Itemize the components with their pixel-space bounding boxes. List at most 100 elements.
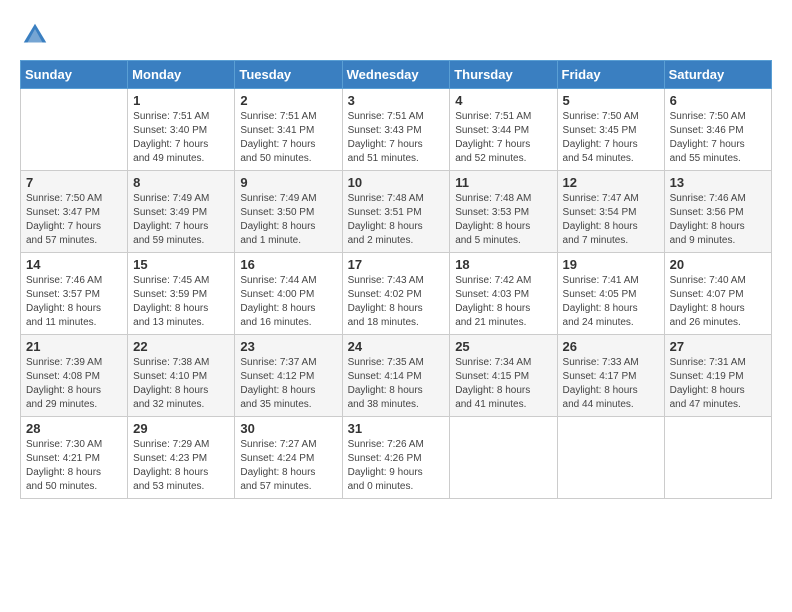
calendar-cell: 28Sunrise: 7:30 AM Sunset: 4:21 PM Dayli… (21, 417, 128, 499)
calendar-cell: 8 Sunrise: 7:49 AM Sunset: 3:49 PM Daylig… (128, 171, 235, 253)
weekday-header-wednesday: Wednesday (342, 61, 450, 89)
calendar-cell: 4Sunrise: 7:51 AM Sunset: 3:44 PM Daylig… (450, 89, 557, 171)
day-info: Sunrise: 7:46 AM Sunset: 3:56 PM Dayligh… (670, 192, 766, 248)
day-info: Sunrise: 7:48 AM Sunset: 3:53 PM Dayligh… (455, 192, 551, 248)
day-number: 15 (133, 257, 229, 272)
day-info: Sunrise: 7:35 AM Sunset: 4:14 PM Dayligh… (348, 356, 445, 412)
day-number: 25 (455, 339, 551, 354)
day-number: 13 (670, 175, 766, 190)
day-number: 17 (348, 257, 445, 272)
day-number: 19 (563, 257, 659, 272)
calendar-cell: 26 Sunrise: 7:33 AM Sunset: 4:17 PM Dayli… (557, 335, 664, 417)
week-row-5: 28Sunrise: 7:30 AM Sunset: 4:21 PM Dayli… (21, 417, 772, 499)
weekday-header-saturday: Saturday (664, 61, 771, 89)
day-info: Sunrise: 7:30 AM Sunset: 4:21 PM Dayligh… (26, 438, 122, 494)
day-info: Sunrise: 7:49 AM Sunset: 3:49 PM Dayligh… (133, 192, 229, 248)
day-number: 21 (26, 339, 122, 354)
day-number: 5 (563, 93, 659, 108)
calendar-cell: 27 Sunrise: 7:31 AM Sunset: 4:19 PM Dayli… (664, 335, 771, 417)
day-info: Sunrise: 7:47 AM Sunset: 3:54 PM Dayligh… (563, 192, 659, 248)
calendar-cell: 5Sunrise: 7:50 AM Sunset: 3:45 PM Daylig… (557, 89, 664, 171)
day-number: 6 (670, 93, 766, 108)
day-info: Sunrise: 7:50 AM Sunset: 3:46 PM Dayligh… (670, 110, 766, 166)
calendar-cell: 20 Sunrise: 7:40 AM Sunset: 4:07 PM Dayli… (664, 253, 771, 335)
calendar-cell: 1 Sunrise: 7:51 AM Sunset: 3:40 PM Daylig… (128, 89, 235, 171)
day-info: Sunrise: 7:31 AM Sunset: 4:19 PM Dayligh… (670, 356, 766, 412)
logo-icon (20, 20, 50, 50)
day-number: 20 (670, 257, 766, 272)
day-number: 12 (563, 175, 659, 190)
calendar-cell: 17Sunrise: 7:43 AM Sunset: 4:02 PM Dayli… (342, 253, 450, 335)
calendar-cell: 19 Sunrise: 7:41 AM Sunset: 4:05 PM Dayli… (557, 253, 664, 335)
calendar-cell: 3 Sunrise: 7:51 AM Sunset: 3:43 PM Daylig… (342, 89, 450, 171)
day-number: 16 (240, 257, 336, 272)
day-info: Sunrise: 7:51 AM Sunset: 3:40 PM Dayligh… (133, 110, 229, 166)
day-number: 29 (133, 421, 229, 436)
day-number: 10 (348, 175, 445, 190)
weekday-header-thursday: Thursday (450, 61, 557, 89)
day-number: 7 (26, 175, 122, 190)
calendar-cell (664, 417, 771, 499)
day-number: 24 (348, 339, 445, 354)
calendar-cell: 12 Sunrise: 7:47 AM Sunset: 3:54 PM Dayli… (557, 171, 664, 253)
day-number: 14 (26, 257, 122, 272)
day-info: Sunrise: 7:29 AM Sunset: 4:23 PM Dayligh… (133, 438, 229, 494)
day-info: Sunrise: 7:34 AM Sunset: 4:15 PM Dayligh… (455, 356, 551, 412)
day-number: 26 (563, 339, 659, 354)
day-info: Sunrise: 7:38 AM Sunset: 4:10 PM Dayligh… (133, 356, 229, 412)
calendar-cell: 22 Sunrise: 7:38 AM Sunset: 4:10 PM Dayli… (128, 335, 235, 417)
day-number: 22 (133, 339, 229, 354)
day-number: 18 (455, 257, 551, 272)
day-info: Sunrise: 7:45 AM Sunset: 3:59 PM Dayligh… (133, 274, 229, 330)
day-number: 30 (240, 421, 336, 436)
day-info: Sunrise: 7:42 AM Sunset: 4:03 PM Dayligh… (455, 274, 551, 330)
calendar-cell: 23 Sunrise: 7:37 AM Sunset: 4:12 PM Dayli… (235, 335, 342, 417)
calendar-cell (557, 417, 664, 499)
day-info: Sunrise: 7:33 AM Sunset: 4:17 PM Dayligh… (563, 356, 659, 412)
calendar-cell: 25 Sunrise: 7:34 AM Sunset: 4:15 PM Dayli… (450, 335, 557, 417)
calendar-cell: 21Sunrise: 7:39 AM Sunset: 4:08 PM Dayli… (21, 335, 128, 417)
calendar-cell: 30 Sunrise: 7:27 AM Sunset: 4:24 PM Dayli… (235, 417, 342, 499)
day-number: 2 (240, 93, 336, 108)
day-info: Sunrise: 7:49 AM Sunset: 3:50 PM Dayligh… (240, 192, 336, 248)
calendar-cell: 24 Sunrise: 7:35 AM Sunset: 4:14 PM Dayli… (342, 335, 450, 417)
day-info: Sunrise: 7:51 AM Sunset: 3:41 PM Dayligh… (240, 110, 336, 166)
day-info: Sunrise: 7:44 AM Sunset: 4:00 PM Dayligh… (240, 274, 336, 330)
calendar-cell: 2 Sunrise: 7:51 AM Sunset: 3:41 PM Daylig… (235, 89, 342, 171)
day-info: Sunrise: 7:40 AM Sunset: 4:07 PM Dayligh… (670, 274, 766, 330)
calendar-cell: 15 Sunrise: 7:45 AM Sunset: 3:59 PM Dayli… (128, 253, 235, 335)
day-info: Sunrise: 7:46 AM Sunset: 3:57 PM Dayligh… (26, 274, 122, 330)
day-info: Sunrise: 7:27 AM Sunset: 4:24 PM Dayligh… (240, 438, 336, 494)
week-row-3: 14 Sunrise: 7:46 AM Sunset: 3:57 PM Dayli… (21, 253, 772, 335)
weekday-header-tuesday: Tuesday (235, 61, 342, 89)
page-header (20, 20, 772, 50)
day-info: Sunrise: 7:48 AM Sunset: 3:51 PM Dayligh… (348, 192, 445, 248)
day-number: 3 (348, 93, 445, 108)
day-info: Sunrise: 7:51 AM Sunset: 3:43 PM Dayligh… (348, 110, 445, 166)
week-row-4: 21Sunrise: 7:39 AM Sunset: 4:08 PM Dayli… (21, 335, 772, 417)
logo (20, 20, 54, 50)
day-number: 31 (348, 421, 445, 436)
day-info: Sunrise: 7:37 AM Sunset: 4:12 PM Dayligh… (240, 356, 336, 412)
calendar-cell: 14 Sunrise: 7:46 AM Sunset: 3:57 PM Dayli… (21, 253, 128, 335)
calendar-cell: 16 Sunrise: 7:44 AM Sunset: 4:00 PM Dayli… (235, 253, 342, 335)
weekday-header-sunday: Sunday (21, 61, 128, 89)
weekday-header-friday: Friday (557, 61, 664, 89)
calendar-cell: 29 Sunrise: 7:29 AM Sunset: 4:23 PM Dayli… (128, 417, 235, 499)
weekday-header-row: SundayMondayTuesdayWednesdayThursdayFrid… (21, 61, 772, 89)
calendar-cell: 10 Sunrise: 7:48 AM Sunset: 3:51 PM Dayli… (342, 171, 450, 253)
calendar-cell: 9Sunrise: 7:49 AM Sunset: 3:50 PM Daylig… (235, 171, 342, 253)
week-row-1: 1 Sunrise: 7:51 AM Sunset: 3:40 PM Daylig… (21, 89, 772, 171)
day-number: 1 (133, 93, 229, 108)
day-info: Sunrise: 7:41 AM Sunset: 4:05 PM Dayligh… (563, 274, 659, 330)
day-info: Sunrise: 7:51 AM Sunset: 3:44 PM Dayligh… (455, 110, 551, 166)
day-number: 27 (670, 339, 766, 354)
day-info: Sunrise: 7:26 AM Sunset: 4:26 PM Dayligh… (348, 438, 445, 494)
day-number: 8 (133, 175, 229, 190)
calendar-cell (21, 89, 128, 171)
calendar-cell: 31 Sunrise: 7:26 AM Sunset: 4:26 PM Dayli… (342, 417, 450, 499)
day-number: 23 (240, 339, 336, 354)
day-number: 11 (455, 175, 551, 190)
calendar-cell: 7Sunrise: 7:50 AM Sunset: 3:47 PM Daylig… (21, 171, 128, 253)
calendar-cell: 6 Sunrise: 7:50 AM Sunset: 3:46 PM Daylig… (664, 89, 771, 171)
